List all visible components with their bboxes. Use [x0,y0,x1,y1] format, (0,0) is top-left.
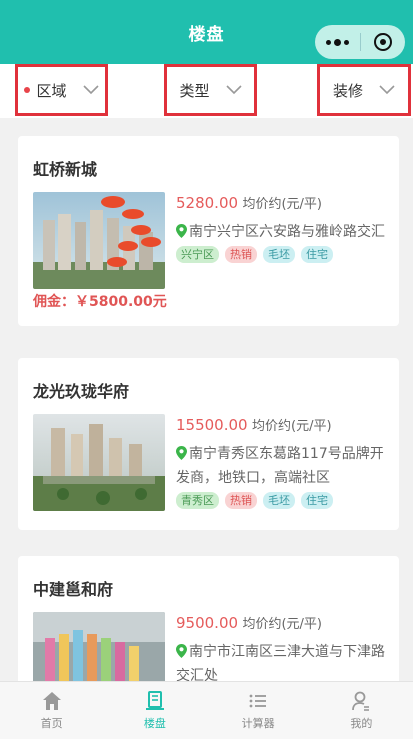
tag-decoration: 毛坯 [263,492,295,509]
tag-hot: 热销 [225,246,257,263]
active-filter-dot-icon [24,87,31,93]
more-menu-button[interactable] [315,25,360,59]
filter-district[interactable]: 区域 [15,64,108,116]
listing-name: 中建邕和府 [33,580,114,599]
price-unit: 均价约(元/平) [242,617,323,632]
listing-photo [33,192,165,289]
tab-calculator[interactable]: 计算器 [207,682,310,739]
listing-price: 15500.00 [176,416,248,434]
more-dots-icon [325,39,331,45]
list-icon [249,694,267,708]
tab-profile[interactable]: 我的 [310,682,413,739]
listing-photo [33,414,165,511]
location-pin-icon [176,644,187,658]
listing-card[interactable]: 虹桥新城 5280.00 均价约(元/平) 南宁兴宁区六安路与雅岭路交汇 兴宁区… [18,136,399,326]
filter-decoration[interactable]: 装修 [317,64,411,116]
tag-district: 兴宁区 [176,246,219,263]
tag-decoration: 毛坯 [263,246,295,263]
listing-tags: 兴宁区 热销 毛坯 住宅 [176,246,391,263]
target-close-icon [373,33,392,51]
listing-name: 龙光玖珑华府 [33,382,130,401]
price-unit: 均价约(元/平) [242,197,323,212]
listing-tags: 青秀区 热销 毛坯 住宅 [176,492,391,509]
chevron-down-icon [225,85,242,95]
filter-bar: 区域 类型 装修 [0,64,413,118]
location-pin-icon [176,446,187,460]
bottom-tab-bar: 首页 楼盘 计算器 我的 [0,681,413,739]
mini-program-capsule [315,25,405,59]
tab-label: 首页 [40,717,63,730]
nav-header: 楼盘 [0,0,413,64]
price-unit: 均价约(元/平) [252,419,332,434]
home-icon [42,692,61,710]
filter-type[interactable]: 类型 [164,64,257,116]
listing-address: 南宁兴宁区六安路与雅岭路交汇 [176,220,391,244]
tab-label: 计算器 [241,717,275,730]
tag-district: 青秀区 [176,492,219,509]
listing-commission: 佣金：￥5800.00元 [33,294,167,310]
listing-name: 虹桥新城 [33,160,98,179]
location-pin-icon [176,224,187,238]
page-title: 楼盘 [188,24,225,45]
filter-label: 类型 [179,81,210,100]
tag-type: 住宅 [301,492,333,509]
listing-card[interactable]: 龙光玖珑华府 15500.00 均价约(元/平) 南宁青秀区东葛路117号品牌开… [18,358,399,530]
tab-label: 我的 [350,717,373,730]
filter-label: 区域 [36,81,67,100]
listing-address: 南宁青秀区东葛路117号品牌开发商，地铁口，高端社区 [176,446,384,486]
tab-home[interactable]: 首页 [0,682,103,739]
chevron-down-icon [82,85,99,95]
listing-card[interactable]: 中建邕和府 9500.00 均价约(元/平) 南宁市江南区三津大道与下津路交汇处 [18,556,399,709]
close-mini-program-button[interactable] [361,25,406,59]
listing-price: 9500.00 [176,614,239,632]
chevron-down-icon [379,85,395,95]
tab-properties[interactable]: 楼盘 [103,682,206,739]
tab-label: 楼盘 [143,717,166,730]
listing-price: 5280.00 [176,194,239,212]
filter-label: 装修 [332,81,363,100]
building-list-icon [145,691,164,710]
tag-type: 住宅 [301,246,333,263]
user-icon [352,691,370,711]
tag-hot: 热销 [225,492,257,509]
